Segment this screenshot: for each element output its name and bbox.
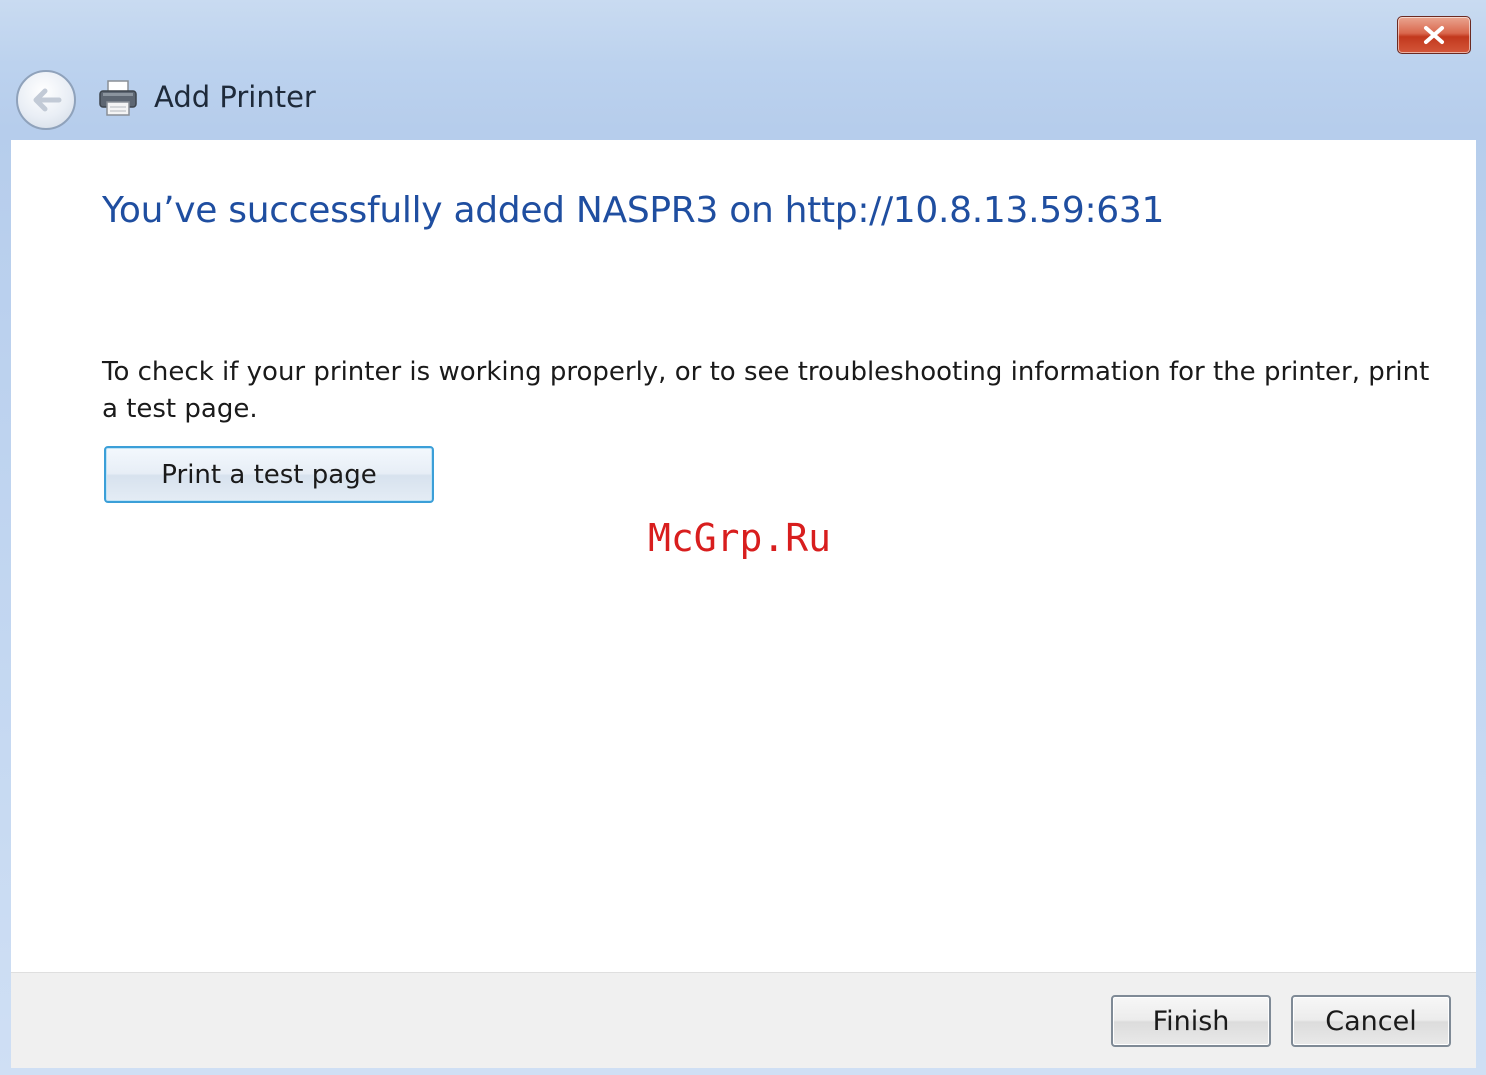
back-button[interactable]	[16, 70, 76, 130]
close-button[interactable]	[1397, 16, 1471, 54]
content-panel: You’ve successfully added NASPR3 on http…	[11, 140, 1476, 972]
print-test-page-button[interactable]: Print a test page	[104, 446, 434, 503]
window-title: Add Printer	[154, 80, 316, 114]
button-bar: Finish Cancel	[11, 972, 1476, 1068]
close-icon	[1424, 26, 1444, 44]
cancel-button[interactable]: Cancel	[1291, 995, 1451, 1047]
watermark: McGrp.Ru	[648, 516, 832, 560]
finish-button[interactable]: Finish	[1111, 995, 1271, 1047]
success-heading: You’ve successfully added NASPR3 on http…	[102, 190, 1165, 231]
test-page-description: To check if your printer is working prop…	[102, 357, 1430, 424]
add-printer-window: Add Printer You’ve successfully added NA…	[0, 0, 1486, 1075]
back-arrow-icon	[33, 88, 62, 112]
printer-icon	[99, 80, 137, 116]
